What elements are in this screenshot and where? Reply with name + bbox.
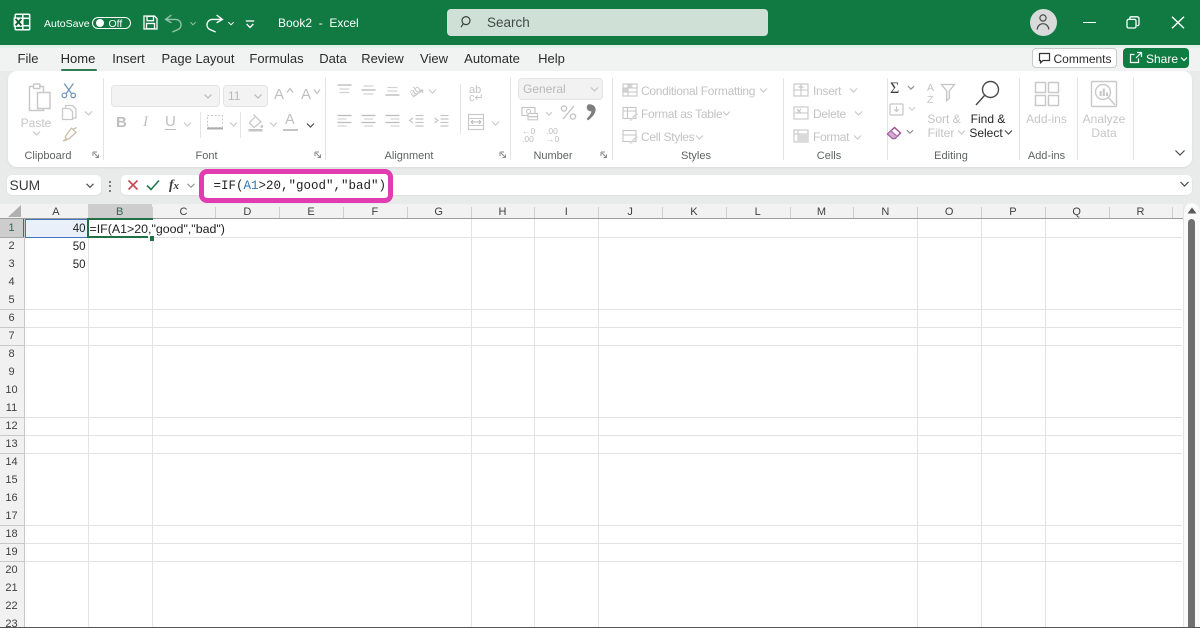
- svg-text:Z: Z: [927, 94, 934, 106]
- svg-text:A: A: [927, 82, 934, 94]
